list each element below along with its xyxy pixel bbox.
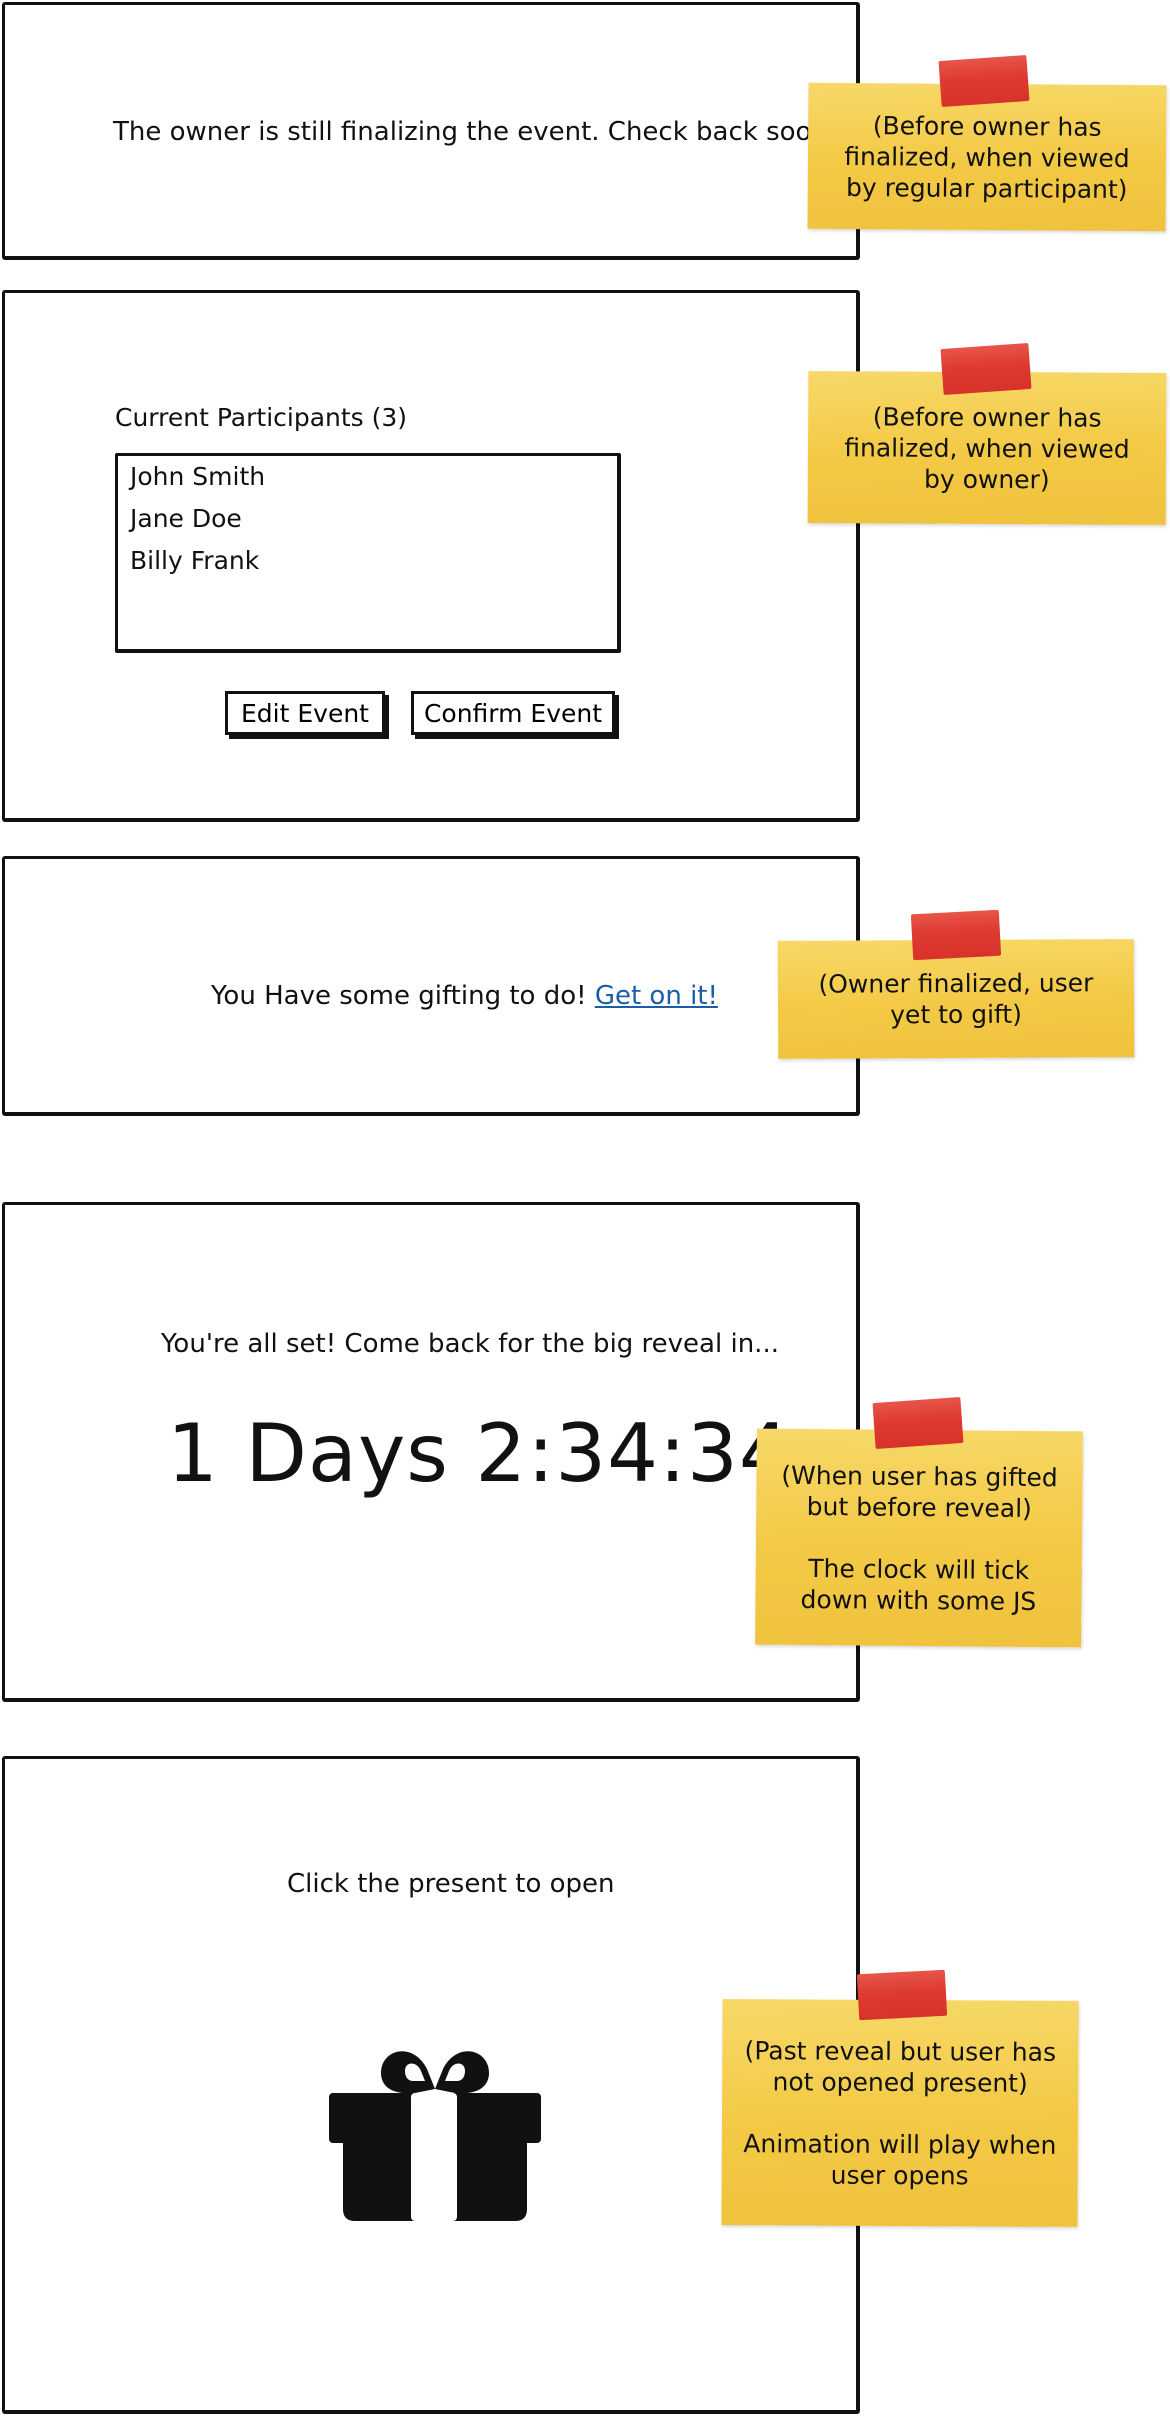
note-text: (Past reveal but user has not opened pre…: [744, 2035, 1057, 2098]
countdown-message: You're all set! Come back for the big re…: [161, 1329, 779, 1359]
participants-label: Current Participants (3): [115, 403, 408, 432]
list-item[interactable]: Billy Frank: [130, 546, 259, 575]
list-item[interactable]: Jane Doe: [130, 504, 242, 533]
sticky-note-countdown: (When user has gifted but before reveal)…: [755, 1428, 1083, 1648]
note-text: (Before owner has finalized, when viewed…: [844, 110, 1130, 204]
tape-icon: [910, 909, 1002, 961]
tape-icon: [872, 1396, 964, 1450]
reveal-message: Click the present to open: [287, 1869, 615, 1899]
note-text: (When user has gifted but before reveal): [781, 1460, 1058, 1523]
participants-list[interactable]: John Smith Jane Doe Billy Frank: [115, 453, 621, 653]
edit-event-button[interactable]: Edit Event: [225, 691, 385, 735]
tape-icon: [856, 1969, 948, 2021]
tape-icon: [940, 342, 1032, 396]
note-text: The clock will tick down with some JS: [800, 1553, 1037, 1616]
sticky-note-reveal: (Past reveal but user has not opened pre…: [721, 1999, 1079, 2227]
gifting-message: You Have some gifting to do! Get on it!: [211, 981, 718, 1011]
note-text: (Owner finalized, user yet to gift): [818, 968, 1094, 1030]
pending-message: The owner is still finalizing the event.…: [113, 117, 839, 147]
note-text: (Before owner has finalized, when viewed…: [844, 401, 1130, 494]
panel-pending-owner: Current Participants (3) John Smith Jane…: [2, 290, 860, 822]
tape-icon: [938, 54, 1030, 108]
gifting-text: You Have some gifting to do!: [211, 981, 587, 1011]
panel-countdown: You're all set! Come back for the big re…: [2, 1202, 860, 1702]
sticky-note-pending-owner: (Before owner has finalized, when viewed…: [807, 371, 1167, 525]
get-on-it-link[interactable]: Get on it!: [595, 981, 718, 1011]
panel-to-gift: You Have some gifting to do! Get on it!: [2, 856, 860, 1116]
list-item[interactable]: John Smith: [130, 462, 265, 491]
panel-pending-participant: The owner is still finalizing the event.…: [2, 2, 860, 260]
note-text: Animation will play when user opens: [743, 2128, 1057, 2190]
sticky-note-pending-participant: (Before owner has finalized, when viewed…: [807, 82, 1167, 232]
countdown-timer: 1 Days 2:34:34: [167, 1407, 791, 1500]
confirm-event-button[interactable]: Confirm Event: [411, 691, 615, 735]
gift-icon[interactable]: [323, 2031, 547, 2227]
